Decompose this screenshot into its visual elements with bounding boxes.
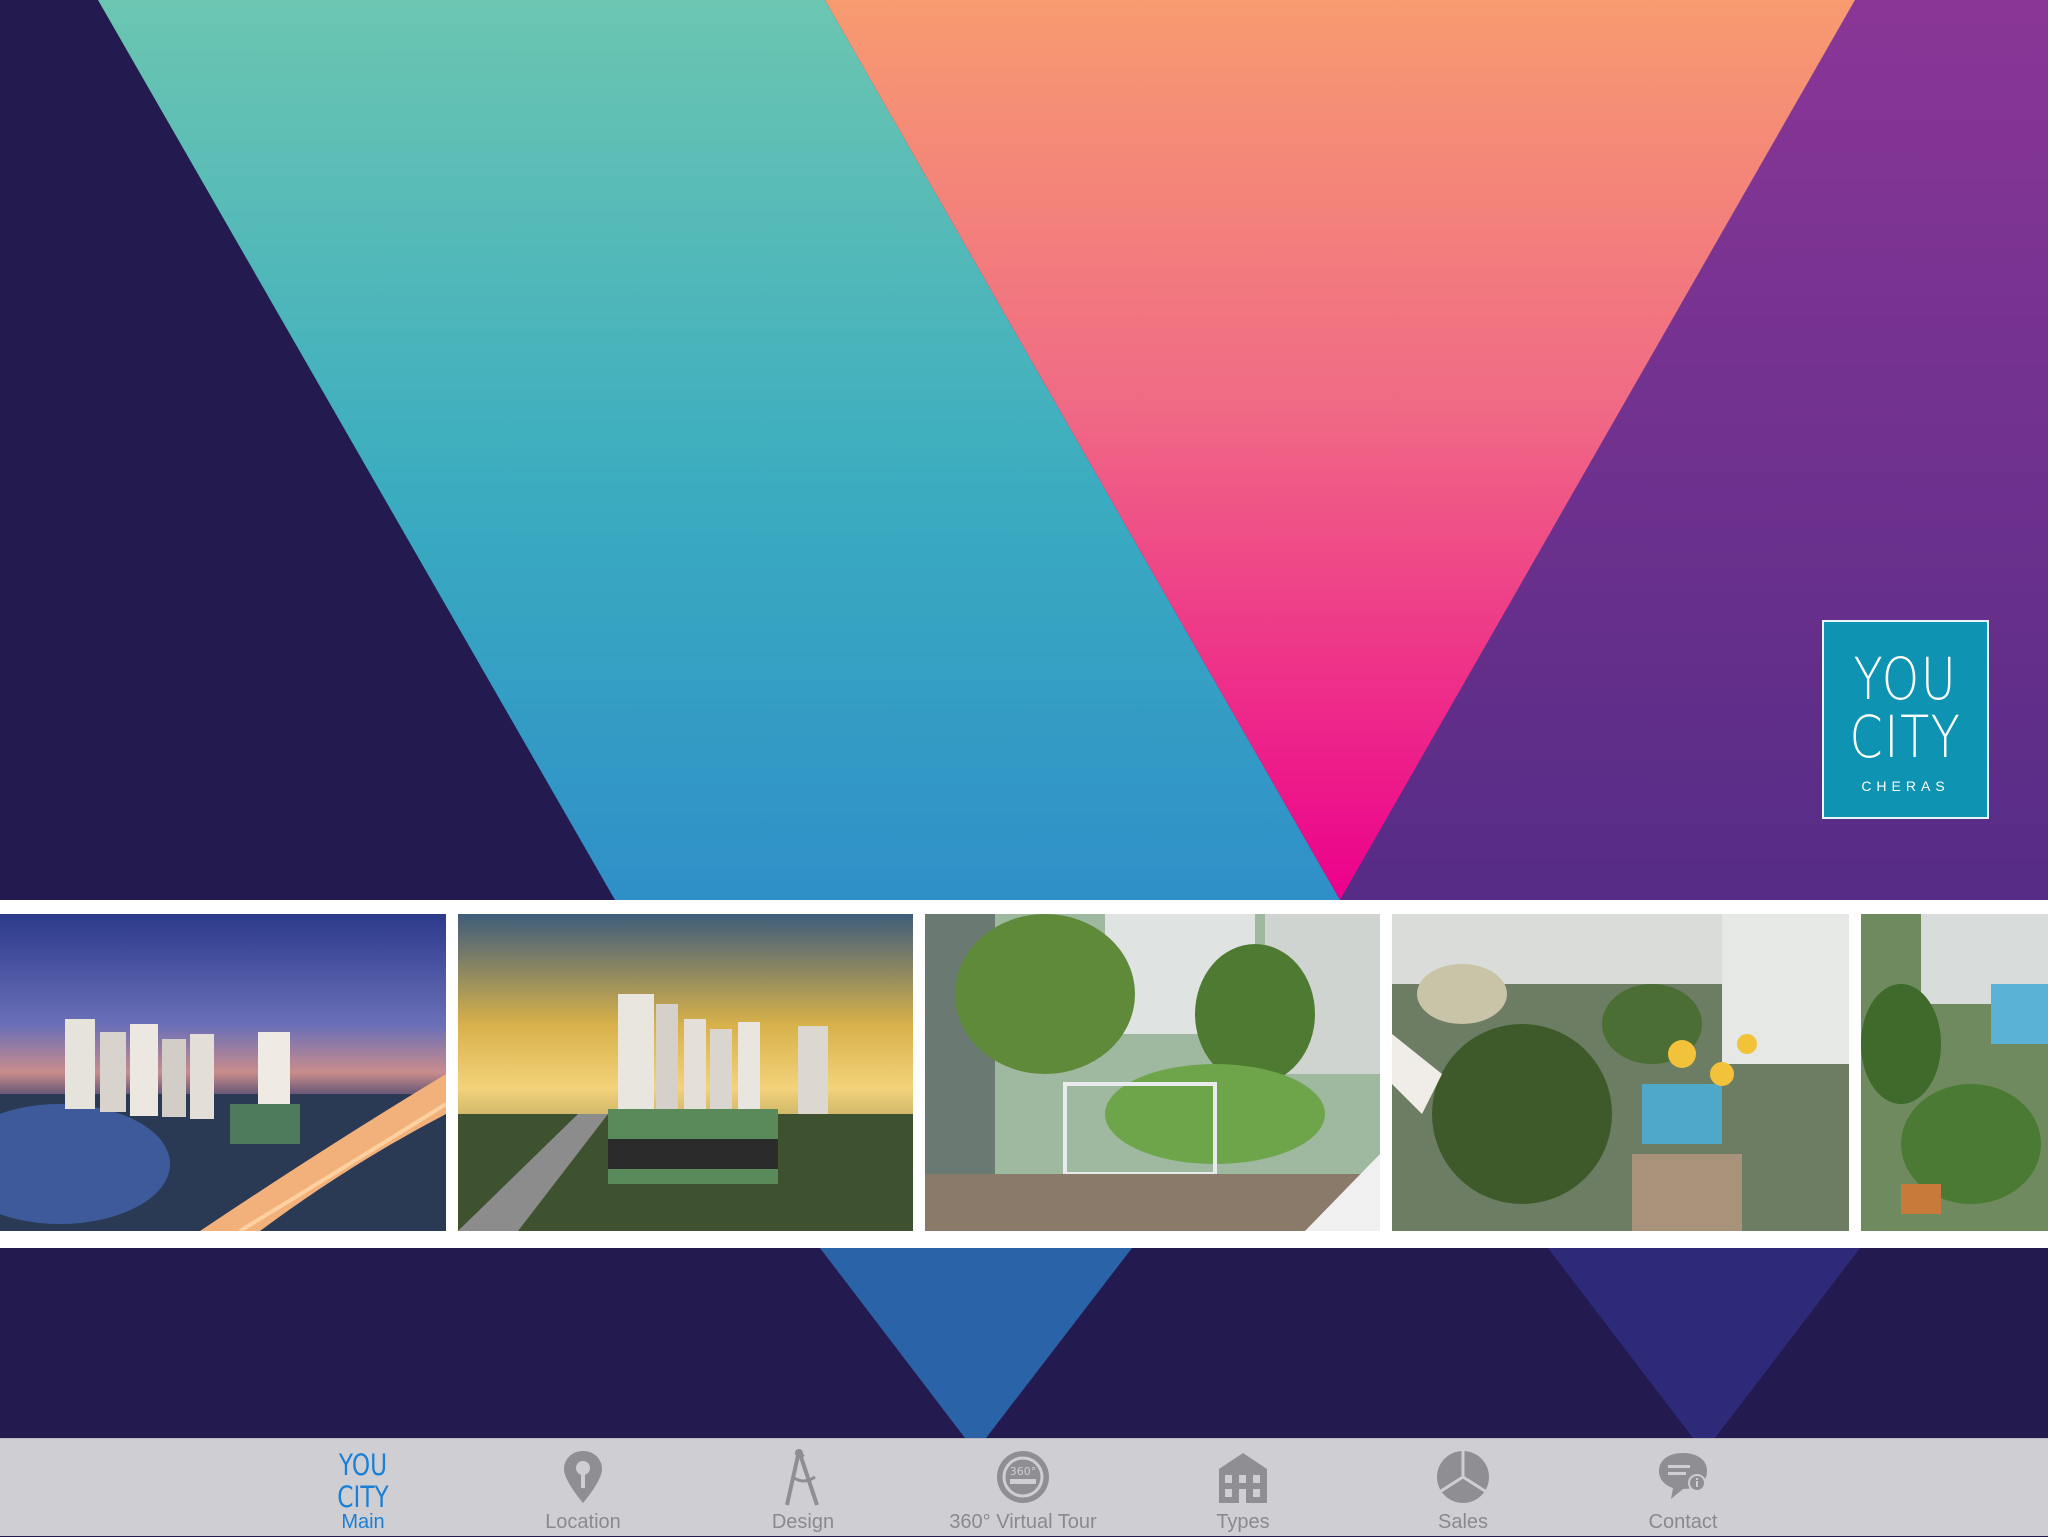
tab-location[interactable]: Location: [483, 1439, 683, 1537]
tab-main[interactable]: YOU CITY Main: [263, 1439, 463, 1537]
gallery-photo-garden-courtyard[interactable]: [925, 914, 1380, 1231]
tab-sales-label: Sales: [1437, 1511, 1489, 1533]
logo-line-you: YOU: [1853, 645, 1958, 713]
logo-line-cheras: CHERAS: [1861, 778, 1950, 794]
photo-gallery-strip[interactable]: [0, 900, 2048, 1248]
tab-logo-line-you: YOU: [338, 1448, 388, 1482]
tab-design[interactable]: Design: [703, 1439, 903, 1537]
building-icon: [1219, 1453, 1267, 1503]
360-tour-icon: 360°: [997, 1451, 1049, 1503]
tab-types-label: Types: [1216, 1511, 1270, 1533]
tab-virtual-tour-label: 360° Virtual Tour: [949, 1511, 1097, 1533]
pie-chart-icon: [1437, 1451, 1489, 1503]
tab-types[interactable]: Types: [1143, 1439, 1343, 1537]
bottom-tab-bar: YOU CITY Main Location Design 360° 360° …: [0, 1438, 2048, 1536]
gallery-photo-night-aerial[interactable]: [0, 914, 446, 1231]
logo-line-city: CITY: [1849, 703, 1962, 771]
tab-contact-label: Contact: [1648, 1511, 1718, 1533]
gallery-photo-pool-garden[interactable]: [1392, 914, 1849, 1231]
gallery-photo-sunset-towers[interactable]: [458, 914, 913, 1231]
compass-icon: [785, 1449, 819, 1506]
youcity-logo: YOU CITY CHERAS: [1822, 620, 1989, 819]
tab-sales[interactable]: Sales: [1363, 1439, 1563, 1537]
tab-location-label: Location: [545, 1511, 621, 1533]
tab-design-label: Design: [771, 1511, 835, 1533]
gallery-photo-rooftop-partial[interactable]: [1861, 914, 2048, 1231]
hero-banner: YOU CITY CHERAS: [0, 0, 2048, 900]
tab-main-label: Main: [341, 1511, 385, 1533]
map-pin-icon: [564, 1451, 602, 1503]
tab-contact[interactable]: Contact: [1583, 1439, 1783, 1537]
tab-logo-line-city: CITY: [337, 1480, 389, 1514]
tab-virtual-tour[interactable]: 360° 360° Virtual Tour: [923, 1439, 1123, 1537]
youcity-logo-icon: YOU CITY: [263, 1445, 463, 1512]
chat-bubble-icon: [1659, 1453, 1707, 1499]
lower-background: [0, 1248, 2048, 1438]
svg-text:360°: 360°: [1010, 1465, 1037, 1478]
